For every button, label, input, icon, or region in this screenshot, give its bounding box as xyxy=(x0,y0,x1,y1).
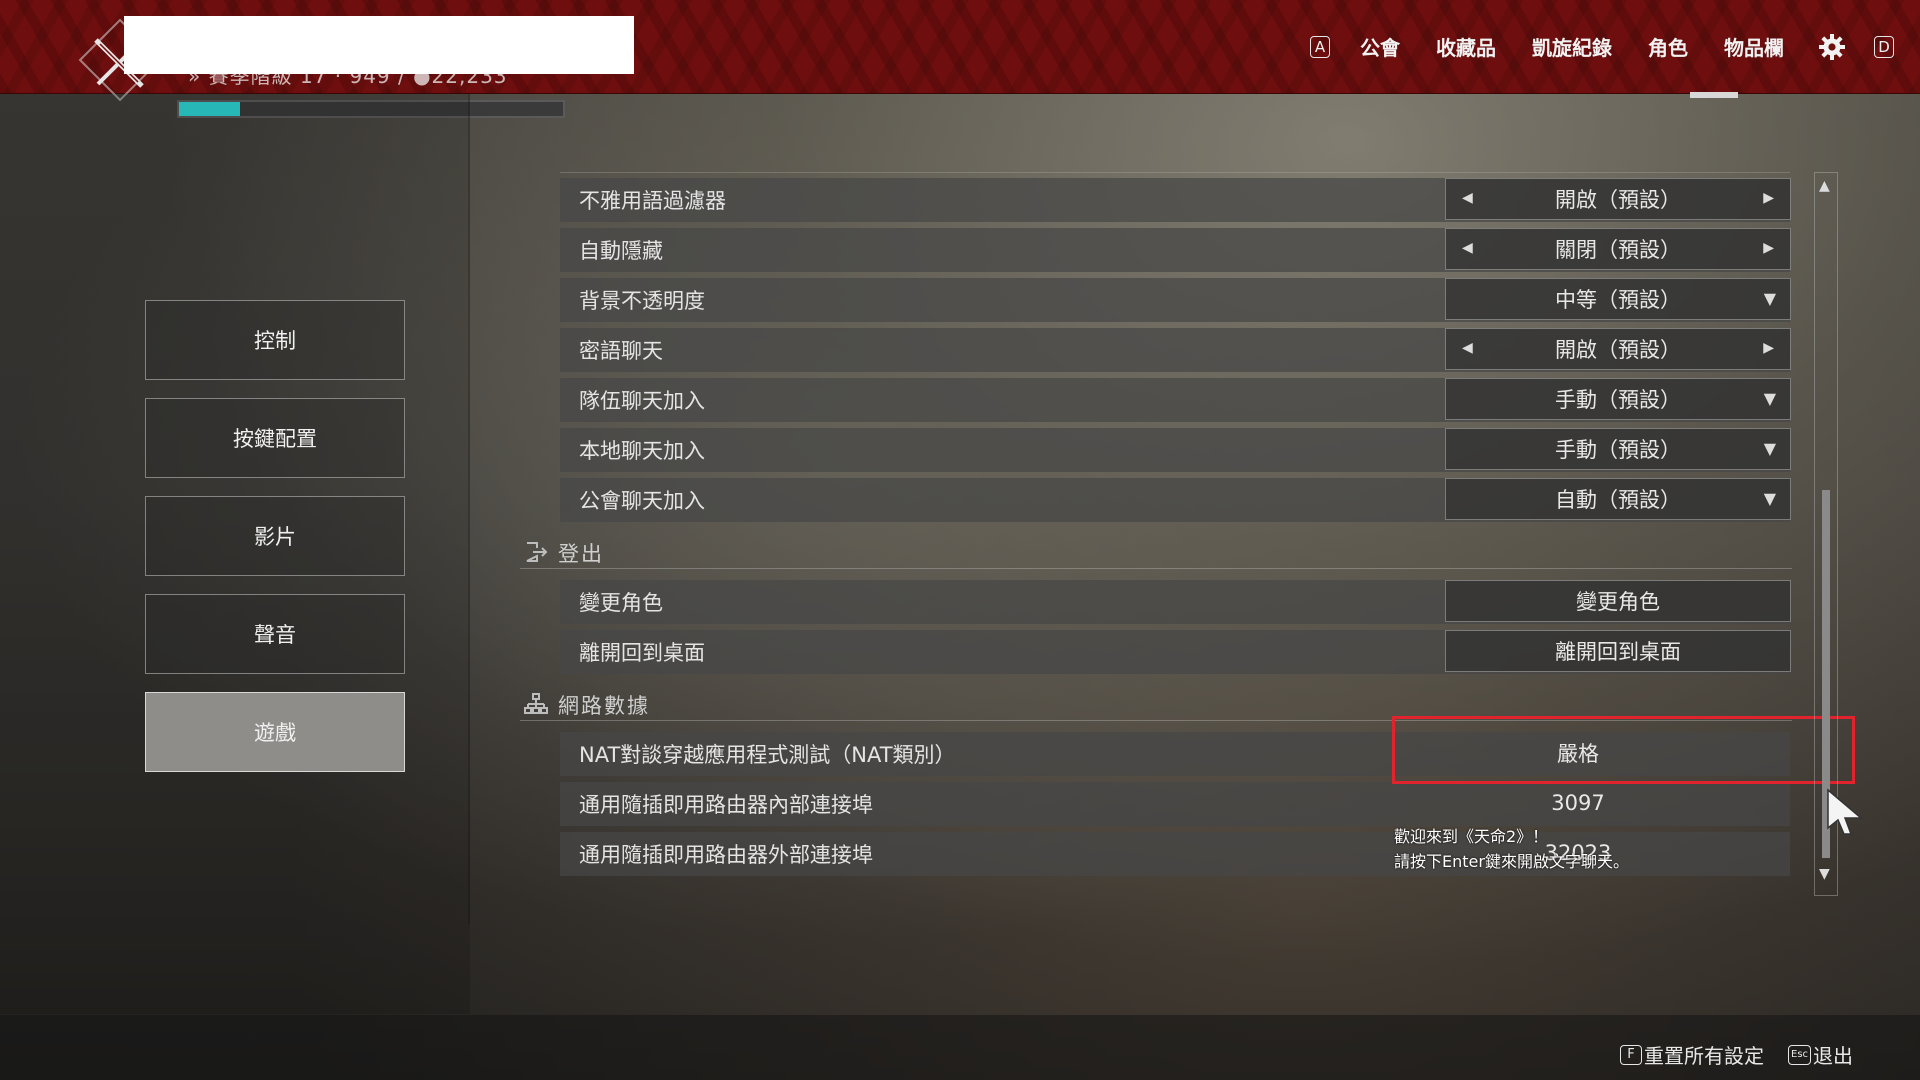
logout-icon xyxy=(526,542,548,562)
footer-label: 重置所有設定 xyxy=(1644,1044,1764,1068)
arrow-left-icon[interactable]: ◀ xyxy=(1462,240,1473,256)
setting-row-fireteam-chat-join: 隊伍聊天加入 手動（預設） ▼ xyxy=(560,378,1791,422)
arrow-right-icon[interactable]: ▶ xyxy=(1763,190,1774,206)
reset-all-settings-button[interactable]: F 重置所有設定 xyxy=(1620,1040,1764,1069)
nav-clan[interactable]: 公會 xyxy=(1360,32,1400,61)
arrow-right-icon[interactable]: ▶ xyxy=(1763,240,1774,256)
sidebar-item-gameplay[interactable]: 遊戲 xyxy=(145,692,405,772)
setting-label: 通用隨插即用路由器外部連接埠 xyxy=(579,843,873,867)
arrow-left-icon[interactable]: ◀ xyxy=(1462,340,1473,356)
clan-chat-dropdown[interactable]: 自動（預設） ▼ xyxy=(1445,478,1791,520)
setting-row-exit-to-desktop: 離開回到桌面 離開回到桌面 xyxy=(560,630,1791,674)
dropdown-arrow-icon: ▼ xyxy=(1763,439,1776,458)
setting-label: 通用隨插即用路由器內部連接埠 xyxy=(579,793,873,817)
list-top-divider xyxy=(560,172,1790,173)
sidebar-item-controls[interactable]: 控制 xyxy=(145,300,405,380)
upnp-internal-port-value: 3097 xyxy=(1551,791,1605,815)
active-tab-indicator xyxy=(1690,92,1738,98)
setting-label: 背景不透明度 xyxy=(579,289,705,313)
setting-row-clan-chat-join: 公會聊天加入 自動（預設） ▼ xyxy=(560,478,1791,522)
setting-label: 隊伍聊天加入 xyxy=(579,389,705,413)
scroll-down-icon[interactable]: ▼ xyxy=(1819,866,1830,882)
pointer-cursor-icon xyxy=(1827,788,1864,835)
setting-value: 手動（預設） xyxy=(1555,388,1681,412)
change-character-button[interactable]: 變更角色 xyxy=(1445,580,1791,622)
setting-row-whisper-chat: 密語聊天 ◀ 開啟（預設） ▶ xyxy=(560,328,1791,372)
section-title: 網路數據 xyxy=(558,694,650,718)
setting-value: 手動（預設） xyxy=(1555,438,1681,462)
setting-label: 離開回到桌面 xyxy=(579,641,705,665)
chat-line: 請按下Enter鍵來開啟文字聊天。 xyxy=(1394,852,1629,871)
setting-label: 本地聊天加入 xyxy=(579,439,705,463)
setting-label: 密語聊天 xyxy=(579,339,663,363)
sidebar-item-keybinds[interactable]: 按鍵配置 xyxy=(145,398,405,478)
arrow-left-icon[interactable]: ◀ xyxy=(1462,190,1473,206)
arrow-right-icon[interactable]: ▶ xyxy=(1763,340,1774,356)
auto-hide-selector[interactable]: ◀ 關閉（預設） ▶ xyxy=(1445,228,1791,270)
dropdown-arrow-icon: ▼ xyxy=(1763,389,1776,408)
setting-label: 不雅用語過濾器 xyxy=(579,189,726,213)
footer-label: 退出 xyxy=(1813,1044,1854,1068)
gear-icon[interactable] xyxy=(1818,33,1846,61)
setting-value: 關閉（預設） xyxy=(1555,238,1681,262)
player-name-redacted xyxy=(124,16,634,74)
setting-label: 公會聊天加入 xyxy=(579,489,705,513)
nav-right-key[interactable]: D xyxy=(1874,35,1894,58)
fireteam-chat-dropdown[interactable]: 手動（預設） ▼ xyxy=(1445,378,1791,420)
exit-to-desktop-button[interactable]: 離開回到桌面 xyxy=(1445,630,1791,672)
scroll-up-icon[interactable]: ▲ xyxy=(1819,178,1830,194)
network-icon xyxy=(524,693,548,714)
setting-label: 變更角色 xyxy=(579,591,663,615)
setting-row-background-opacity: 背景不透明度 中等（預設） ▼ xyxy=(560,278,1791,322)
sidebar-divider xyxy=(468,94,470,924)
whisper-chat-selector[interactable]: ◀ 開啟（預設） ▶ xyxy=(1445,328,1791,370)
nav-inventory[interactable]: 物品欄 xyxy=(1724,32,1784,61)
nat-highlight-box xyxy=(1392,716,1855,784)
section-logout: 登出 xyxy=(520,536,1792,569)
exit-button[interactable]: Esc 退出 xyxy=(1788,1040,1853,1069)
dropdown-arrow-icon: ▼ xyxy=(1763,489,1776,508)
setting-row-auto-hide: 自動隱藏 ◀ 關閉（預設） ▶ xyxy=(560,228,1791,272)
setting-value: 開啟（預設） xyxy=(1555,338,1681,362)
chat-welcome-notice: 歡迎來到《天命2》！ 請按下Enter鍵來開啟文字聊天。 xyxy=(1394,824,1629,874)
key-hint: F xyxy=(1620,1044,1642,1065)
setting-label: 自動隱藏 xyxy=(579,239,663,263)
setting-row-upnp-internal-port: 通用隨插即用路由器內部連接埠 3097 xyxy=(560,782,1790,826)
setting-value: 自動（預設） xyxy=(1555,488,1681,512)
top-bar: » 賽季階級 17 · 949 / ●22,233 A 公會 收藏品 凱旋紀錄 … xyxy=(0,0,1920,102)
dropdown-arrow-icon: ▼ xyxy=(1763,289,1776,308)
setting-row-change-character: 變更角色 變更角色 xyxy=(560,580,1791,624)
chat-line: 歡迎來到《天命2》！ xyxy=(1394,827,1549,846)
setting-value: 中等（預設） xyxy=(1555,288,1681,312)
profanity-filter-selector[interactable]: ◀ 開啟（預設） ▶ xyxy=(1445,178,1791,220)
setting-value: 開啟（預設） xyxy=(1555,188,1681,212)
section-title: 登出 xyxy=(558,542,604,566)
background-opacity-dropdown[interactable]: 中等（預設） ▼ xyxy=(1445,278,1791,320)
sidebar-item-sound[interactable]: 聲音 xyxy=(145,594,405,674)
sidebar-item-video[interactable]: 影片 xyxy=(145,496,405,576)
setting-label: NAT對談穿越應用程式測試（NAT類別） xyxy=(579,743,956,767)
nav-collections[interactable]: 收藏品 xyxy=(1436,32,1496,61)
setting-row-local-chat-join: 本地聊天加入 手動（預設） ▼ xyxy=(560,428,1791,472)
nav-character[interactable]: 角色 xyxy=(1648,32,1688,61)
local-chat-dropdown[interactable]: 手動（預設） ▼ xyxy=(1445,428,1791,470)
nav-left-key[interactable]: A xyxy=(1310,35,1330,58)
key-hint: Esc xyxy=(1788,1044,1812,1065)
setting-row-profanity-filter: 不雅用語過濾器 ◀ 開啟（預設） ▶ xyxy=(560,178,1791,222)
nav-triumphs[interactable]: 凱旋紀錄 xyxy=(1532,32,1612,61)
top-nav: A 公會 收藏品 凱旋紀錄 角色 物品欄 D xyxy=(1298,0,1920,93)
